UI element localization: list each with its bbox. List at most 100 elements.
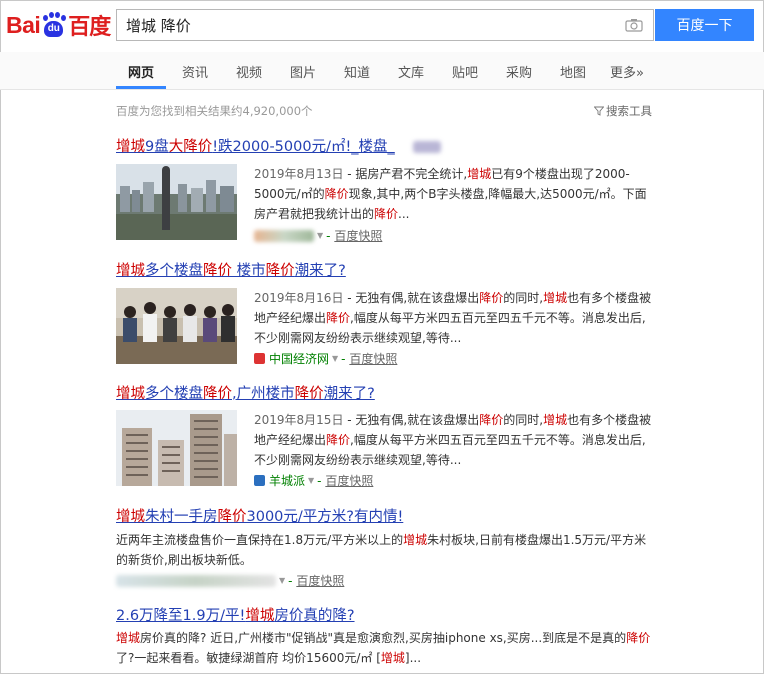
search-result: 增城多个楼盘降价 楼市降价潮来了?: [116, 262, 346, 280]
crowd-image: [116, 288, 237, 364]
site-favicon: [254, 475, 265, 486]
keyword-highlight: 增城: [380, 651, 405, 665]
text-segment: !跌2000-5000元/㎡!_楼盘_: [212, 139, 395, 155]
text-segment: 3000元/平方米?有内情!: [246, 509, 404, 525]
keyword-highlight: 降价: [203, 263, 232, 279]
search-button[interactable]: 百度一下: [655, 9, 754, 41]
search-result: 增城朱村一手房降价3000元/平方米?有内情!: [116, 508, 403, 526]
keyword-highlight: 降价: [217, 509, 247, 525]
logo-text-du: du: [47, 23, 60, 34]
result-date: 2019年8月15日: [254, 413, 344, 427]
search-result: 增城多个楼盘降价,广州楼市降价潮来了?: [116, 385, 375, 403]
text-segment: 房价真的降? 近日,广州楼市"促销战"真是愈演愈烈,买房抽iphone xs,买…: [140, 631, 627, 645]
result-title[interactable]: 2.6万降至1.9万/平!增城房价真的降?: [116, 607, 355, 625]
text-segment: 的同时,: [503, 413, 544, 427]
keyword-highlight: 降价: [265, 263, 295, 279]
result-abstract: 2019年8月16日 - 无独有偶,就在该盘爆出降价的同时,增城也有多个楼盘被地…: [254, 288, 654, 348]
text-segment: 潮来了?: [323, 386, 375, 402]
search-box: [116, 9, 654, 41]
search-result: 增城9盘大降价!跌2000-5000元/㎡!_楼盘_: [116, 138, 441, 156]
result-abstract: 2019年8月13日 - 据房产君不完全统计,增城已有9个楼盘出现了2000-5…: [254, 164, 654, 224]
text-segment: 潮来了?: [294, 263, 346, 279]
tab-web[interactable]: 网页: [128, 62, 154, 81]
text-segment: ...: [398, 207, 410, 221]
keyword-highlight: 增城: [543, 291, 568, 305]
chevron-down-icon[interactable]: ▼: [317, 231, 323, 240]
text-segment: 房价真的降?: [274, 608, 355, 624]
source-site[interactable]: 羊城派: [269, 472, 305, 489]
keyword-highlight: 降价: [479, 413, 504, 427]
text-segment: - 据房产君不完全统计,: [343, 167, 468, 181]
city-skyline-image: [116, 164, 237, 240]
text-segment: 了?一起来看看。敏捷绿湖首府 均价15600元/㎡ [: [116, 651, 381, 665]
logo-text-bai: Bai: [6, 11, 41, 38]
header: Bai du 百度 百度一下: [0, 0, 764, 52]
snapshot-link[interactable]: 百度快照: [325, 472, 373, 489]
text-segment: 近两年主流楼盘售价一直保持在1.8万元/平方米以上的: [116, 533, 404, 547]
tab-caigou[interactable]: 采购: [506, 62, 532, 81]
result-thumbnail[interactable]: [116, 164, 237, 240]
text-segment: - 无独有偶,就在该盘爆出: [343, 413, 480, 427]
result-title[interactable]: 增城9盘大降价!跌2000-5000元/㎡!_楼盘_: [116, 138, 395, 156]
text-segment: 多个楼盘: [145, 263, 203, 279]
tab-images[interactable]: 图片: [290, 62, 316, 81]
search-input[interactable]: [117, 10, 616, 40]
result-title[interactable]: 增城多个楼盘降价,广州楼市降价潮来了?: [116, 385, 375, 403]
logo-text-cn: 百度: [68, 15, 111, 40]
keyword-highlight: 增城: [116, 509, 145, 525]
result-title[interactable]: 增城朱村一手房降价3000元/平方米?有内情!: [116, 508, 403, 526]
redacted-source: [254, 229, 314, 242]
result-source: ▼ - 百度快照: [116, 572, 344, 589]
result-date: 2019年8月13日: [254, 167, 344, 181]
snapshot-link[interactable]: 百度快照: [334, 227, 382, 244]
text-segment: 多个楼盘: [145, 386, 203, 402]
tab-news[interactable]: 资讯: [182, 62, 208, 81]
keyword-highlight: 增城: [116, 386, 145, 402]
keyword-highlight: 增城: [467, 167, 492, 181]
keyword-highlight: 增城: [116, 631, 141, 645]
keyword-highlight: 降价: [626, 631, 651, 645]
result-thumbnail[interactable]: [116, 288, 237, 364]
snapshot-link[interactable]: 百度快照: [296, 572, 344, 589]
result-count: 百度为您找到相关结果约4,920,000个: [116, 104, 313, 118]
result-thumbnail[interactable]: [116, 410, 237, 486]
keyword-highlight: 降价: [324, 187, 349, 201]
tab-tieba[interactable]: 贴吧: [452, 62, 478, 81]
baidu-logo[interactable]: Bai du 百度: [6, 10, 111, 41]
tab-wenku[interactable]: 文库: [398, 62, 424, 81]
site-favicon: [254, 353, 265, 364]
camera-icon[interactable]: [625, 18, 643, 32]
tab-more[interactable]: 更多»: [610, 62, 644, 81]
result-abstract: 2019年8月15日 - 无独有偶,就在该盘爆出降价的同时,增城也有多个楼盘被地…: [254, 410, 654, 470]
keyword-highlight: 降价: [374, 207, 399, 221]
keyword-highlight: 增城: [543, 413, 568, 427]
result-abstract: 增城房价真的降? 近日,广州楼市"促销战"真是愈演愈烈,买房抽iphone xs…: [116, 628, 656, 668]
result-source: ▼ - 百度快照: [254, 227, 382, 244]
chevron-down-icon[interactable]: ▼: [279, 576, 285, 585]
keyword-highlight: 降价: [479, 291, 504, 305]
text-segment: ,广州楼市: [232, 386, 295, 402]
snapshot-link[interactable]: 百度快照: [349, 350, 397, 367]
redacted-text: [413, 141, 441, 153]
apartment-towers-image: [116, 410, 237, 486]
text-segment: 楼市: [232, 263, 266, 279]
keyword-highlight: 降价: [203, 386, 232, 402]
result-title[interactable]: 增城多个楼盘降价 楼市降价潮来了?: [116, 262, 346, 280]
tab-map[interactable]: 地图: [560, 62, 586, 81]
source-site[interactable]: 中国经济网: [269, 350, 329, 367]
keyword-highlight: 增城: [116, 139, 145, 155]
keyword-highlight: 降价: [326, 433, 351, 447]
tab-video[interactable]: 视频: [236, 62, 262, 81]
abstract-text: 近两年主流楼盘售价一直保持在1.8万元/平方米以上的增城朱村板块,日前有楼盘爆出…: [116, 533, 646, 567]
chevron-down-icon[interactable]: ▼: [332, 354, 338, 363]
redacted-source: [116, 574, 276, 587]
keyword-highlight: 大降价: [168, 139, 213, 155]
text-segment: - 无独有偶,就在该盘爆出: [343, 291, 480, 305]
result-source: 羊城派 ▼ - 百度快照: [254, 472, 373, 489]
tab-zhidao[interactable]: 知道: [344, 62, 370, 81]
result-date: 2019年8月16日: [254, 291, 344, 305]
paw-icon: du: [41, 12, 67, 38]
chevron-down-icon[interactable]: ▼: [308, 476, 314, 485]
search-tools-button[interactable]: 搜索工具: [594, 103, 652, 119]
keyword-highlight: 降价: [294, 386, 324, 402]
